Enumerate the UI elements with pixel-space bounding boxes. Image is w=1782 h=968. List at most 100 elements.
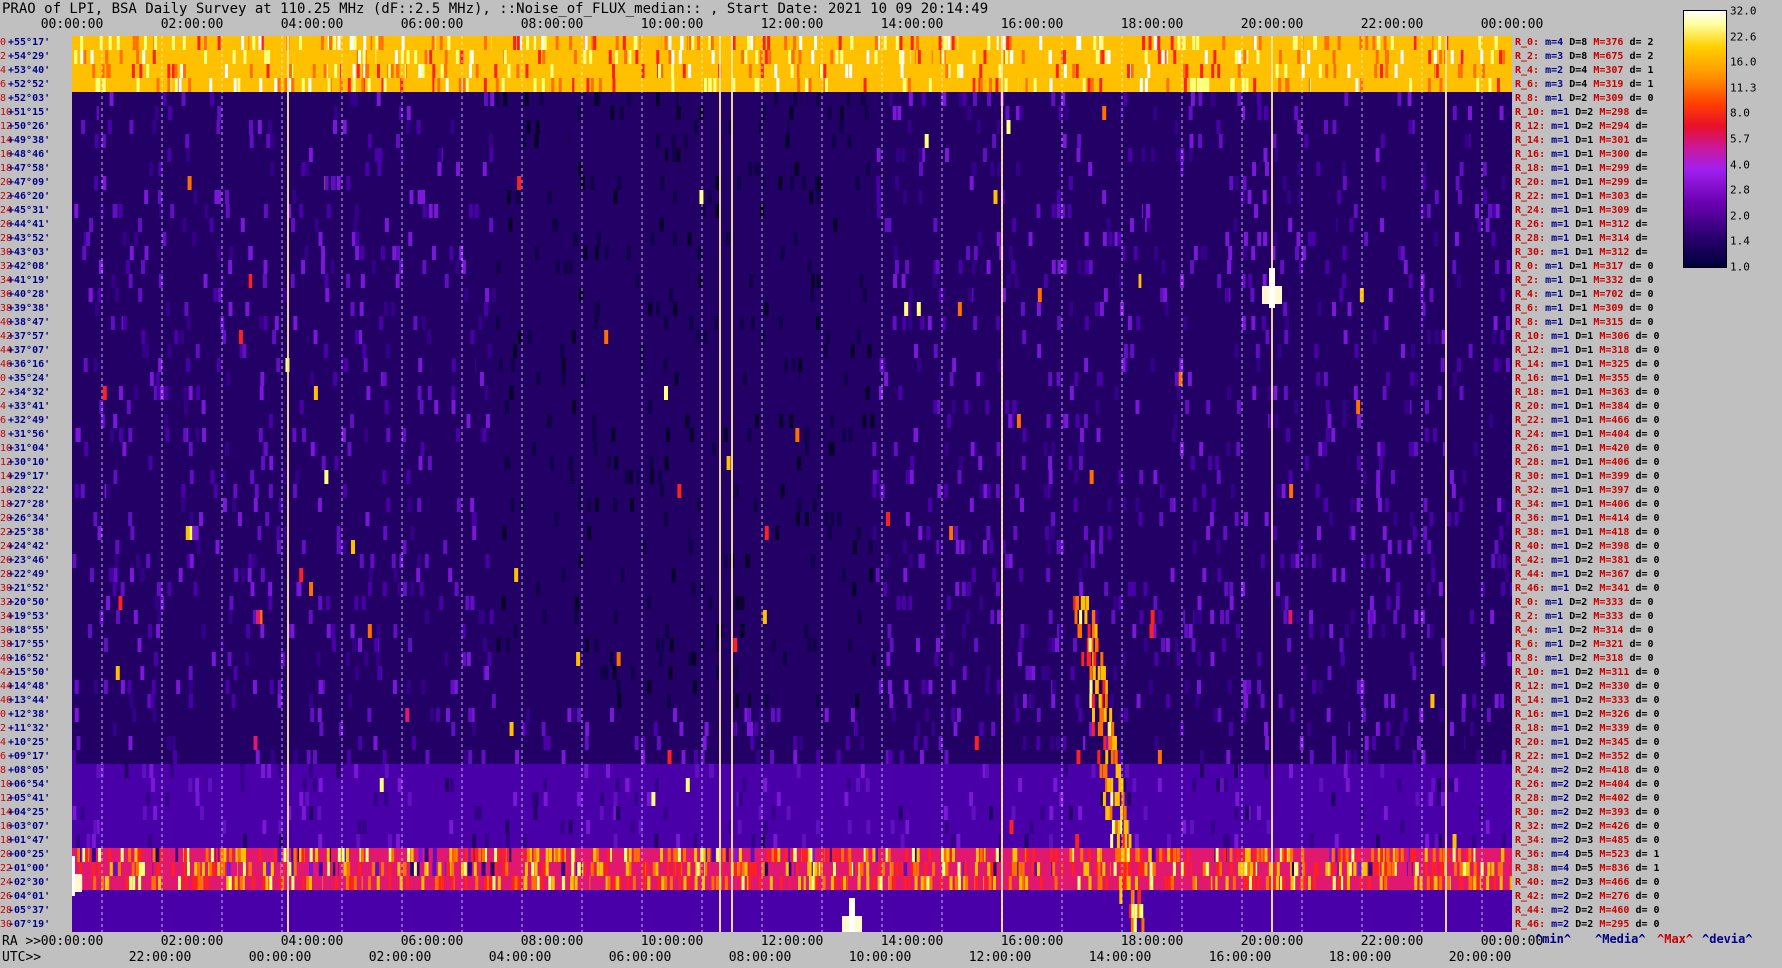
- heatmap-cell: [209, 36, 213, 50]
- heatmap-cell: [672, 862, 676, 876]
- heatmap-cell: [1127, 862, 1131, 876]
- stat-max: M=300: [1599, 149, 1630, 160]
- stat-median: D=2: [1575, 569, 1594, 580]
- heatmap-cell: [1243, 50, 1247, 64]
- heatmap-cell: [1076, 750, 1081, 764]
- heatmap-cell: [679, 722, 684, 736]
- heatmap-cell: [74, 50, 78, 64]
- stat-median: D=2: [1569, 625, 1588, 636]
- heatmap-cell: [1264, 162, 1269, 176]
- heatmap-cell: [604, 246, 609, 260]
- heatmap-cell: [815, 876, 819, 890]
- heatmap-cell: [143, 36, 147, 50]
- heatmap-cell: [1486, 456, 1491, 470]
- declination-label: 18+27°28': [0, 500, 72, 510]
- heatmap-cell: [413, 316, 418, 330]
- heatmap-cell: [152, 120, 157, 134]
- stat-row: R_2:: [1515, 275, 1540, 286]
- heatmap-cell: [1227, 680, 1232, 694]
- heatmap-cell: [1135, 848, 1139, 862]
- heatmap-cell: [176, 680, 181, 694]
- heatmap-cell: [386, 428, 391, 442]
- heatmap-cell: [533, 386, 538, 400]
- heatmap-cell: [954, 36, 958, 50]
- heatmap-cell: [1027, 78, 1031, 92]
- heatmap-cell: [1262, 190, 1267, 204]
- heatmap-cell: [1381, 442, 1386, 456]
- heatmap-cell: [514, 876, 518, 890]
- heatmap-cell: [192, 526, 197, 540]
- heatmap-cell: [612, 64, 616, 78]
- heatmap-cell: [606, 764, 611, 778]
- heatmap-cell: [317, 498, 322, 512]
- heatmap-cell: [332, 120, 337, 134]
- stat-row: R_20:: [1515, 177, 1546, 188]
- heatmap-cell: [816, 190, 821, 204]
- heatmap-cell: [124, 764, 129, 778]
- heatmap-cell: [188, 386, 193, 400]
- heatmap-cell: [1051, 204, 1056, 218]
- heatmap-cell: [805, 876, 809, 890]
- heatmap-cell: [543, 834, 548, 848]
- heatmap-cell: [976, 120, 981, 134]
- heatmap-cell: [928, 680, 933, 694]
- heatmap-cell: [681, 428, 686, 442]
- heatmap-cell: [1396, 582, 1401, 596]
- heatmap-cell: [1091, 764, 1096, 778]
- heatmap-cell: [590, 876, 594, 890]
- heatmap-cell: [206, 64, 210, 78]
- stat-median: D=2: [1569, 597, 1588, 608]
- heatmap-cell: [383, 78, 387, 92]
- heatmap-cell: [1132, 624, 1137, 638]
- heatmap-cell: [965, 526, 970, 540]
- heatmap-cell: [1166, 694, 1171, 708]
- heatmap-cell: [501, 568, 506, 582]
- heatmap-cell: [949, 876, 953, 890]
- heatmap-cell: [527, 330, 532, 344]
- heatmap-cell: [156, 624, 161, 638]
- heatmap-cell: [777, 848, 781, 862]
- heatmap-cell: [1227, 386, 1232, 400]
- heatmap-cell: [1261, 316, 1266, 330]
- heatmap-cell: [514, 484, 519, 498]
- heatmap-cell: [188, 78, 192, 92]
- heatmap-cell: [965, 610, 970, 624]
- heatmap-cell: [1084, 316, 1089, 330]
- heatmap-cell: [365, 666, 370, 680]
- heatmap-cell: [804, 512, 809, 526]
- heatmap-cell: [926, 876, 930, 890]
- heatmap-cell: [1311, 554, 1316, 568]
- row-index: 28: [0, 569, 13, 580]
- declination-value: +22°49': [8, 569, 51, 580]
- heatmap-cell: [106, 596, 111, 610]
- heatmap-cell: [1431, 568, 1436, 582]
- heatmap-cell: [813, 568, 818, 582]
- heatmap-cell: [648, 302, 653, 316]
- heatmap-cell: [547, 78, 551, 92]
- heatmap-cell: [1247, 190, 1252, 204]
- heatmap-cell: [1247, 680, 1252, 694]
- heatmap-cell: [1273, 386, 1278, 400]
- heatmap-cell: [329, 64, 333, 78]
- row-stat: R_26: m=1 D=1 M=420 d= 0: [1515, 444, 1660, 454]
- heatmap-cell: [408, 36, 412, 50]
- heatmap-cell: [1458, 778, 1463, 792]
- heatmap-cell: [805, 78, 809, 92]
- heatmap-cell: [1386, 596, 1391, 610]
- heatmap-cell: [265, 876, 269, 890]
- heatmap-cell: [546, 610, 551, 624]
- stat-devia: d= 0: [1635, 723, 1660, 734]
- heatmap-cell: [301, 428, 306, 442]
- heatmap-cell: [420, 442, 425, 456]
- heatmap-cell: [1459, 498, 1464, 512]
- heatmap-cell: [164, 414, 169, 428]
- heatmap-cell: [392, 680, 397, 694]
- heatmap-cell: [833, 64, 837, 78]
- heatmap-cell: [1102, 330, 1107, 344]
- heatmap-cell: [455, 78, 459, 92]
- heatmap-cell: [918, 526, 923, 540]
- heatmap-cell: [1327, 666, 1332, 680]
- heatmap-cell: [920, 316, 925, 330]
- heatmap-cell: [209, 218, 214, 232]
- heatmap-cell: [113, 568, 118, 582]
